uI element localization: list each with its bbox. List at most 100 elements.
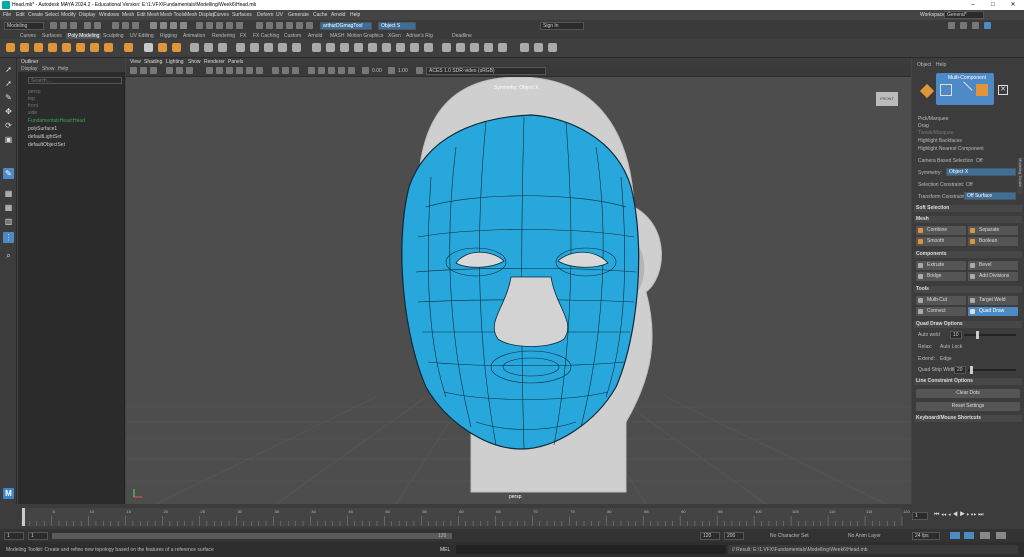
boolean-button[interactable]: Boolean — [968, 237, 1018, 246]
bookmarks-icon[interactable] — [140, 67, 147, 74]
modeling-toolkit-side-tab[interactable]: Modeling Toolkit — [1017, 158, 1023, 194]
poly-cube-icon[interactable] — [20, 43, 29, 52]
poly-torus-icon[interactable] — [62, 43, 71, 52]
object-field[interactable]: Object S — [378, 22, 416, 30]
outliner-search-input[interactable]: Search... — [28, 77, 122, 84]
quad-strip-width-field[interactable]: 20 — [954, 366, 966, 374]
auto-uv-icon[interactable] — [498, 43, 507, 52]
outliner-item-default-light-set[interactable]: defaultLightSet — [28, 134, 61, 140]
xray-joints-icon[interactable] — [328, 67, 335, 74]
object-mode-icon[interactable] — [919, 83, 935, 99]
render-current-icon[interactable] — [276, 22, 283, 29]
current-frame-field[interactable]: 1 — [912, 512, 928, 520]
playback-controls[interactable]: ⏮ ◂◂ ◂ ◀ ▶ ▸ ▸▸ ⏭ — [934, 512, 983, 519]
select-object-icon[interactable] — [122, 22, 129, 29]
highlight-backfaces-checkbox[interactable]: Highlight Backfaces — [918, 138, 962, 144]
range-bar[interactable] — [52, 533, 452, 539]
pick-marquee-option[interactable]: Pick/Marquee — [918, 116, 949, 122]
multi-cut-button[interactable]: Multi-Cut — [916, 296, 966, 305]
film-gate-icon[interactable] — [176, 67, 183, 74]
sweep-mesh-icon[interactable] — [144, 43, 153, 52]
flip-icon[interactable] — [410, 43, 419, 52]
layout-icon[interactable]: ⋮ — [3, 232, 14, 243]
four-view-icon[interactable]: ▦ — [3, 202, 14, 213]
single-perspective-icon[interactable]: ▦ — [3, 188, 14, 199]
snap-grid-icon[interactable] — [196, 22, 203, 29]
wireframe-on-shaded-icon[interactable] — [226, 67, 233, 74]
uv-mode-icon[interactable]: ✕ — [998, 85, 1008, 95]
extrude-icon[interactable] — [236, 43, 245, 52]
outliner-item-front[interactable]: front — [28, 103, 38, 109]
new-scene-icon[interactable] — [50, 22, 57, 29]
transform-constraint-select[interactable]: Off Surface — [964, 192, 1016, 200]
render-view-icon[interactable] — [266, 22, 273, 29]
gamma-value[interactable]: 1.00 — [398, 68, 408, 74]
multi-cut-icon[interactable] — [312, 43, 321, 52]
auto-weld-slider[interactable] — [964, 331, 1016, 339]
save-scene-icon[interactable] — [70, 22, 77, 29]
open-scene-icon[interactable] — [60, 22, 67, 29]
mel-input[interactable] — [456, 545, 726, 554]
vertex-mode-icon[interactable] — [940, 84, 952, 96]
select-tool-icon[interactable]: ➚ — [3, 64, 14, 75]
lights-icon[interactable] — [246, 67, 253, 74]
menu-edit-mesh[interactable]: Edit Mesh — [137, 12, 159, 18]
outliner-item-default-object-set[interactable]: defaultObjectSet — [28, 142, 65, 148]
target-weld-icon[interactable] — [368, 43, 377, 52]
xray-components-icon[interactable] — [338, 67, 345, 74]
close-button[interactable]: ✕ — [1006, 1, 1020, 9]
selection-constraint-value[interactable]: Off — [966, 182, 973, 188]
auto-weld-slider-handle[interactable] — [976, 331, 979, 339]
outliner-menu-display[interactable]: Display — [21, 66, 37, 72]
freeze-transform-icon[interactable] — [520, 43, 529, 52]
wireframe-icon[interactable] — [206, 67, 213, 74]
mirror-icon[interactable] — [442, 43, 451, 52]
combine-icon[interactable] — [190, 43, 199, 52]
menu-windows[interactable]: Windows — [99, 12, 119, 18]
outliner-item-top[interactable]: top — [28, 96, 35, 102]
menu-modify[interactable]: Modify — [61, 12, 76, 18]
camera-based-selection-value[interactable]: Off — [976, 158, 983, 164]
outliner-item-head[interactable]: FundamentalsHead:Head — [28, 118, 85, 124]
channel-box-icon[interactable] — [948, 22, 955, 29]
move-tool-icon[interactable]: ✥ — [3, 106, 14, 117]
scale-tool-icon[interactable]: ▣ — [3, 134, 14, 145]
xray-icon[interactable] — [318, 67, 325, 74]
separate-button[interactable]: Separate — [968, 226, 1018, 235]
extend-value[interactable]: Edge — [940, 356, 952, 362]
bridge-button[interactable]: Bridge — [916, 272, 966, 281]
menu-mesh[interactable]: Mesh — [122, 12, 134, 18]
paint-select-icon[interactable]: ✎ — [3, 92, 14, 103]
bevel-button[interactable]: Bevel — [968, 261, 1018, 270]
menu-uv[interactable]: UV — [276, 12, 283, 18]
boolean-icon[interactable] — [456, 43, 465, 52]
maximize-button[interactable]: □ — [986, 1, 1000, 9]
isolate-select-icon[interactable] — [308, 67, 315, 74]
target-weld-button[interactable]: Target Weld — [968, 296, 1018, 305]
exposure-value[interactable]: 0.00 — [372, 68, 382, 74]
symmetry-select[interactable]: Object X — [946, 168, 1016, 176]
menu-deform[interactable]: Deform — [257, 12, 273, 18]
connect-button[interactable]: Connect — [916, 307, 966, 316]
face-mode-icon[interactable] — [976, 84, 988, 96]
edge-mask-icon[interactable] — [160, 22, 167, 29]
textured-icon[interactable] — [236, 67, 243, 74]
hypershade-icon[interactable] — [306, 22, 313, 29]
grid-toggle-icon[interactable] — [166, 67, 173, 74]
menu-cache[interactable]: Cache — [313, 12, 327, 18]
fps-select[interactable]: 24 fps — [912, 532, 940, 540]
relax-value[interactable]: Auto Lock — [940, 344, 962, 350]
playback-start-field[interactable]: 1 — [28, 532, 48, 540]
separate-icon[interactable] — [204, 43, 213, 52]
mtk-menu-help[interactable]: Help — [936, 62, 946, 68]
select-hierarchy-icon[interactable] — [112, 22, 119, 29]
planar-uv-icon[interactable] — [484, 43, 493, 52]
tools-section[interactable]: Tools — [914, 286, 1022, 293]
quad-draw-tool-icon[interactable]: ✎ — [3, 168, 14, 179]
lasso-tool-icon[interactable]: ➚ — [3, 78, 14, 89]
modeling-toolkit-icon[interactable] — [984, 22, 991, 29]
snap-curve-icon[interactable] — [206, 22, 213, 29]
menu-select[interactable]: Select — [45, 12, 59, 18]
menu-edit[interactable]: Edit — [16, 12, 25, 18]
extrude-button[interactable]: Extrude — [916, 261, 966, 270]
